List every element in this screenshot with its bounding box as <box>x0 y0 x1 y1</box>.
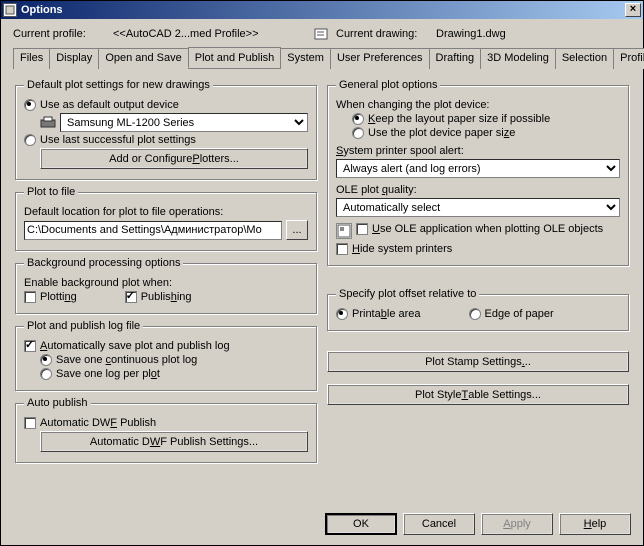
add-configure-plotters-button[interactable]: Add or Configure Plotters... <box>40 148 308 169</box>
plot-file-path-input[interactable] <box>24 221 282 240</box>
spool-alert-select[interactable]: Always alert (and log errors) <box>336 159 620 178</box>
tab-user-preferences[interactable]: User Preferences <box>330 48 430 69</box>
legend-default-plot: Default plot settings for new drawings <box>24 79 213 91</box>
label-ole-quality: OLE plot quality: <box>336 184 417 196</box>
tab-strip: Files Display Open and Save Plot and Pub… <box>13 47 631 69</box>
group-offset: Specify plot offset relative to Printabl… <box>327 288 629 331</box>
radio-use-device[interactable] <box>352 127 364 139</box>
current-drawing-label: Current drawing: <box>336 28 436 40</box>
check-hide-printers[interactable] <box>336 243 348 255</box>
titlebar: Options × <box>1 1 643 19</box>
tab-display[interactable]: Display <box>49 48 99 69</box>
window-title: Options <box>21 4 625 16</box>
help-button[interactable]: Help <box>559 513 631 535</box>
browse-button[interactable]: ... <box>286 220 308 240</box>
current-drawing-value: Drawing1.dwg <box>436 28 506 40</box>
label-last-settings: Use last successful plot settings <box>40 134 196 146</box>
legend-auto-publish: Auto publish <box>24 397 91 409</box>
default-device-select[interactable]: Samsung ML-1200 Series <box>60 113 308 132</box>
apply-button[interactable]: Apply <box>481 513 553 535</box>
label-use-device: Use the plot device paper size <box>368 127 515 139</box>
label-use-ole-app: Use OLE application when plotting OLE ob… <box>372 223 603 235</box>
legend-general: General plot options <box>336 79 440 91</box>
tab-3d-modeling[interactable]: 3D Modeling <box>480 48 556 69</box>
group-default-plot: Default plot settings for new drawings U… <box>15 79 317 180</box>
options-dialog: Options × Current profile: <<AutoCAD 2..… <box>0 0 644 546</box>
plot-stamp-button[interactable]: Plot Stamp Settings... <box>327 351 629 372</box>
tab-plot-publish[interactable]: Plot and Publish <box>188 47 282 68</box>
group-plot-to-file: Plot to file Default location for plot t… <box>15 186 317 251</box>
group-log: Plot and publish log file Automatically … <box>15 320 317 391</box>
label-enable-bg: Enable background plot when: <box>24 277 172 289</box>
check-auto-dwf[interactable] <box>24 417 36 429</box>
app-icon <box>3 3 17 17</box>
label-one-per: Save one log per plot <box>56 368 160 380</box>
radio-printable[interactable] <box>336 308 348 320</box>
tab-selection[interactable]: Selection <box>555 48 614 69</box>
tab-open-save[interactable]: Open and Save <box>98 48 188 69</box>
radio-keep-layout[interactable] <box>352 113 364 125</box>
group-general: General plot options When changing the p… <box>327 79 629 266</box>
close-button[interactable]: × <box>625 3 641 17</box>
dialog-footer: OK Cancel Apply Help <box>325 513 631 535</box>
drawing-icon <box>314 27 330 41</box>
ok-button[interactable]: OK <box>325 513 397 535</box>
cancel-button[interactable]: Cancel <box>403 513 475 535</box>
current-profile-value: <<AutoCAD 2...med Profile>> <box>113 28 308 40</box>
tab-profiles[interactable]: Profiles <box>613 48 644 69</box>
label-edge: Edge of paper <box>485 308 554 320</box>
profile-row: Current profile: <<AutoCAD 2...med Profi… <box>13 27 631 41</box>
label-keep-layout: Keep the layout paper size if possible <box>368 113 550 125</box>
label-spool: System printer spool alert: <box>336 145 464 157</box>
legend-plot-to-file: Plot to file <box>24 186 78 198</box>
ole-icon <box>336 223 352 239</box>
tab-drafting[interactable]: Drafting <box>429 48 482 69</box>
radio-one-continuous[interactable] <box>40 354 52 366</box>
group-background: Background processing options Enable bac… <box>15 257 317 314</box>
label-default-location: Default location for plot to file operat… <box>24 206 223 218</box>
group-auto-publish: Auto publish Automatic DWF Publish Autom… <box>15 397 317 463</box>
label-changing-device: When changing the plot device: <box>336 99 490 111</box>
radio-one-per[interactable] <box>40 368 52 380</box>
label-publishing: Publishing <box>141 291 192 303</box>
check-plotting[interactable] <box>24 291 36 303</box>
label-printable: Printable area <box>352 308 421 320</box>
current-profile-label: Current profile: <box>13 28 113 40</box>
label-plotting: Plotting <box>40 291 77 303</box>
legend-offset: Specify plot offset relative to <box>336 288 479 300</box>
check-use-ole-app[interactable] <box>356 223 368 235</box>
label-one-continuous: Save one continuous plot log <box>56 354 197 366</box>
tab-files[interactable]: Files <box>13 48 50 69</box>
label-hide-printers: Hide system printers <box>352 243 452 255</box>
check-autosave-log[interactable] <box>24 340 36 352</box>
legend-background: Background processing options <box>24 257 183 269</box>
plot-style-button[interactable]: Plot Style Table Settings... <box>327 384 629 405</box>
printer-icon <box>40 116 56 130</box>
label-autosave-log: Automatically save plot and publish log <box>40 340 230 352</box>
label-default-device: Use as default output device <box>40 99 179 111</box>
radio-default-device[interactable] <box>24 99 36 111</box>
auto-dwf-settings-button[interactable]: Automatic DWF Publish Settings... <box>40 431 308 452</box>
check-publishing[interactable] <box>125 291 137 303</box>
ole-quality-select[interactable]: Automatically select <box>336 198 620 217</box>
label-auto-dwf: Automatic DWF Publish <box>40 417 156 429</box>
radio-edge[interactable] <box>469 308 481 320</box>
legend-log: Plot and publish log file <box>24 320 143 332</box>
radio-last-settings[interactable] <box>24 134 36 146</box>
tab-system[interactable]: System <box>280 48 331 69</box>
